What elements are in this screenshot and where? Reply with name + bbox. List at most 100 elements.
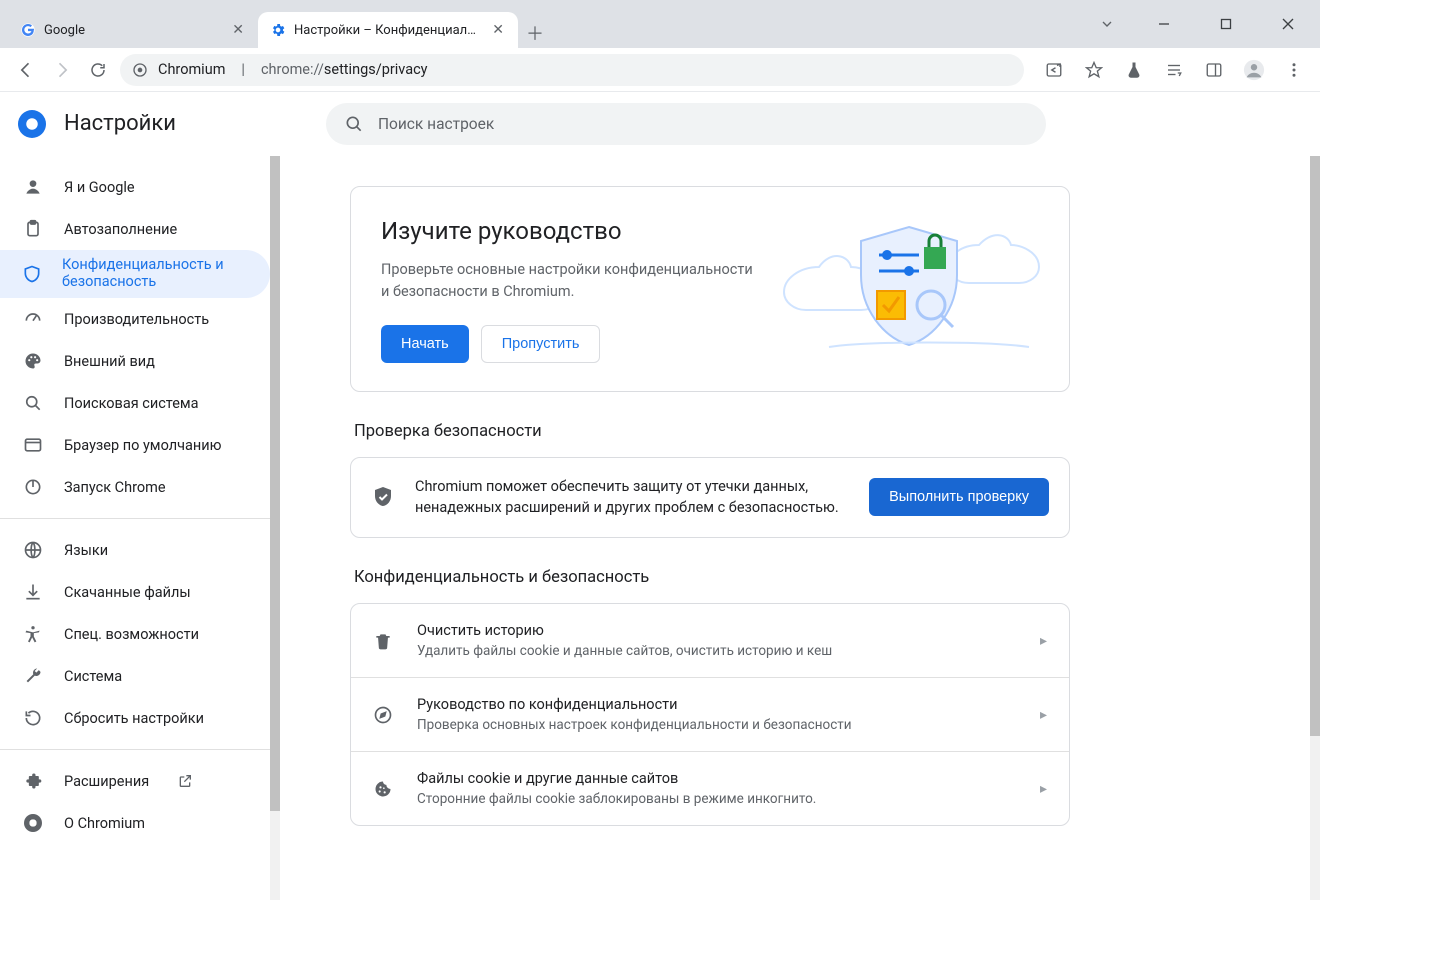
hero-illustration — [769, 207, 1049, 367]
url-origin: Chromium — [158, 61, 225, 78]
sidebar-item-on-startup[interactable]: Запуск Chrome — [0, 466, 270, 508]
globe-icon — [22, 539, 44, 561]
download-icon — [22, 581, 44, 603]
sidebar-item-extensions[interactable]: Расширения — [0, 760, 270, 802]
nav-forward-button[interactable] — [48, 56, 76, 84]
settings-item-clear-history[interactable]: Очистить историю Удалить файлы cookie и … — [351, 604, 1069, 678]
chromium-logo-icon — [18, 110, 46, 138]
settings-search[interactable]: Поиск настроек — [326, 103, 1046, 145]
sidebar-item-label: Языки — [64, 542, 108, 559]
sidebar-item-downloads[interactable]: Скачанные файлы — [0, 571, 270, 613]
shield-check-icon — [371, 485, 395, 509]
settings-title: Настройки — [64, 111, 176, 136]
privacy-guide-hero-card: Изучите руководство Проверьте основные н… — [350, 186, 1070, 392]
share-icon[interactable] — [1040, 56, 1068, 84]
site-info-icon[interactable] — [132, 62, 148, 78]
search-icon — [344, 114, 364, 134]
sidebar-item-label: Система — [64, 668, 122, 685]
window-close-button[interactable] — [1266, 4, 1310, 44]
labs-icon[interactable] — [1120, 56, 1148, 84]
sidebar-item-appearance[interactable]: Внешний вид — [0, 340, 270, 382]
toolbar-right-icons — [1032, 56, 1308, 84]
browser-tab-settings[interactable]: Настройки – Конфиденциально ✕ — [258, 12, 518, 48]
window-icon — [22, 434, 44, 456]
address-bar[interactable]: Chromium | chrome://settings/privacy — [120, 54, 1024, 86]
sidebar-item-label: Спец. возможности — [64, 626, 199, 643]
profile-avatar-icon[interactable] — [1240, 56, 1268, 84]
settings-item-title: Файлы cookie и другие данные сайтов — [417, 770, 1018, 787]
puzzle-icon — [22, 770, 44, 792]
sidebar-item-label: Конфиденциальность и безопасность — [62, 257, 250, 290]
sidebar-item-you-and-google[interactable]: Я и Google — [0, 166, 270, 208]
sidebar-item-label: Производительность — [64, 311, 209, 328]
sidebar-item-label: Внешний вид — [64, 353, 155, 370]
reading-list-icon[interactable] — [1160, 56, 1188, 84]
google-favicon — [20, 22, 36, 38]
chevron-right-icon: ▸ — [1040, 707, 1047, 723]
settings-item-title: Руководство по конфиденциальности — [417, 696, 1018, 713]
privacy-section-title: Конфиденциальность и безопасность — [350, 568, 1070, 587]
settings-header: Настройки Поиск настроек — [0, 92, 1320, 156]
sidebar-item-languages[interactable]: Языки — [0, 529, 270, 571]
browser-tab-google[interactable]: Google ✕ — [8, 12, 258, 48]
compass-icon — [373, 705, 395, 725]
sidebar-item-default-browser[interactable]: Браузер по умолчанию — [0, 424, 270, 466]
sidebar-item-label: Автозаполнение — [64, 221, 177, 238]
hero-start-button[interactable]: Начать — [381, 325, 469, 363]
nav-reload-button[interactable] — [84, 56, 112, 84]
window-minimize-button[interactable] — [1142, 4, 1186, 44]
sidebar-item-performance[interactable]: Производительность — [0, 298, 270, 340]
sidebar-item-system[interactable]: Система — [0, 655, 270, 697]
search-placeholder: Поиск настроек — [378, 115, 494, 133]
settings-item-privacy-guide[interactable]: Руководство по конфиденциальности Провер… — [351, 678, 1069, 752]
browser-titlebar: Google ✕ Настройки – Конфиденциально ✕ ＋ — [0, 0, 1320, 48]
shield-icon — [22, 263, 42, 285]
sidebar-item-search-engine[interactable]: Поисковая система — [0, 382, 270, 424]
settings-item-cookies[interactable]: Файлы cookie и другие данные сайтов Стор… — [351, 752, 1069, 825]
settings-main: Изучите руководство Проверьте основные н… — [280, 156, 1308, 826]
privacy-settings-list: Очистить историю Удалить файлы cookie и … — [350, 603, 1070, 826]
sidebar-item-label: Поисковая система — [64, 395, 199, 412]
sidebar-item-autofill[interactable]: Автозаполнение — [0, 208, 270, 250]
sidebar-item-label: Браузер по умолчанию — [64, 437, 221, 454]
hero-skip-button[interactable]: Пропустить — [481, 325, 601, 363]
tab-title: Google — [44, 23, 222, 38]
sidebar-item-label: О Chromium — [64, 815, 145, 832]
settings-item-subtitle: Проверка основных настроек конфиденциаль… — [417, 717, 1018, 733]
chromium-icon — [22, 812, 44, 834]
sidebar-item-reset[interactable]: Сбросить настройки — [0, 697, 270, 739]
close-tab-icon[interactable]: ✕ — [230, 20, 246, 40]
sidebar-item-label: Расширения — [64, 773, 149, 790]
url-text: chrome://settings/privacy — [261, 61, 428, 78]
close-tab-icon[interactable]: ✕ — [490, 20, 506, 40]
sidebar-item-label: Я и Google — [64, 179, 135, 196]
sidebar-item-privacy[interactable]: Конфиденциальность и безопасность — [0, 250, 270, 298]
accessibility-icon — [22, 623, 44, 645]
safety-run-button[interactable]: Выполнить проверку — [869, 478, 1049, 516]
bookmark-icon[interactable] — [1080, 56, 1108, 84]
sidebar-item-label: Запуск Chrome — [64, 479, 166, 496]
power-icon — [22, 476, 44, 498]
settings-favicon — [270, 22, 286, 38]
wrench-icon — [22, 665, 44, 687]
sidepanel-icon[interactable] — [1200, 56, 1228, 84]
new-tab-button[interactable]: ＋ — [518, 20, 552, 46]
hero-title: Изучите руководство — [381, 217, 759, 245]
window-maximize-button[interactable] — [1204, 4, 1248, 44]
titlebar-right — [1090, 0, 1320, 48]
hero-body: Проверьте основные настройки конфиденциа… — [381, 259, 759, 303]
main-scrollbar[interactable] — [1310, 156, 1320, 900]
sidebar-scrollbar[interactable] — [270, 156, 280, 900]
tab-title: Настройки – Конфиденциально — [294, 23, 482, 38]
tab-search-icon[interactable] — [1090, 16, 1124, 32]
sidebar-item-about[interactable]: О Chromium — [0, 802, 270, 844]
speed-icon — [22, 308, 44, 330]
settings-sidebar: Я и Google Автозаполнение Конфиденциальн… — [0, 156, 280, 900]
trash-icon — [373, 631, 395, 651]
nav-back-button[interactable] — [12, 56, 40, 84]
safety-section-title: Проверка безопасности — [350, 422, 1070, 441]
sidebar-item-accessibility[interactable]: Спец. возможности — [0, 613, 270, 655]
kebab-menu-icon[interactable] — [1280, 56, 1308, 84]
clipboard-icon — [22, 218, 44, 240]
sidebar-item-label: Скачанные файлы — [64, 584, 191, 601]
